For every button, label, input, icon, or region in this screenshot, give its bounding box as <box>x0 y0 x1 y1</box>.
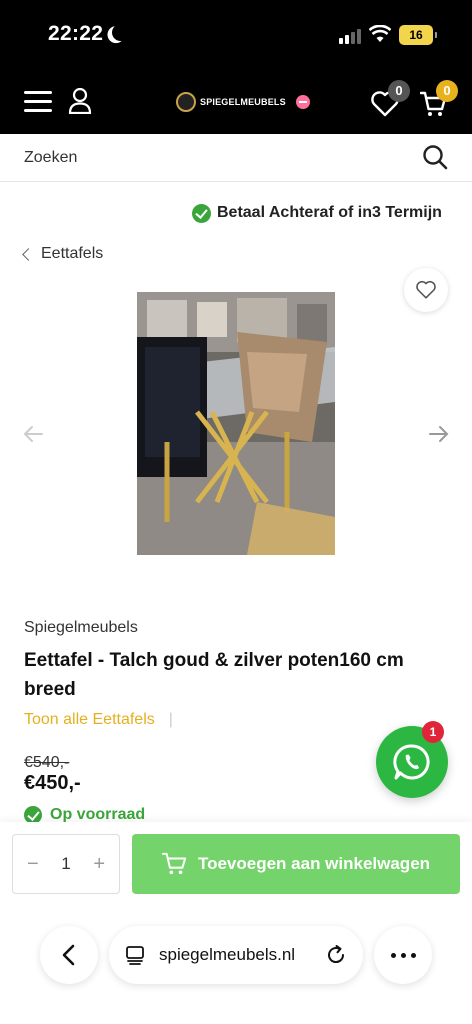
browser-toolbar: spiegelmeubels.nl <box>0 904 472 1024</box>
whatsapp-badge: 1 <box>422 721 444 743</box>
breadcrumb[interactable]: Eettafels <box>22 245 104 263</box>
cart-icon <box>161 852 187 875</box>
url-bar[interactable]: spiegelmeubels.nl <box>109 926 363 984</box>
breadcrumb-label: Eettafels <box>41 245 104 262</box>
separator: | <box>168 711 173 728</box>
decrease-quantity-button[interactable]: − <box>27 853 39 876</box>
arrow-left-icon[interactable] <box>22 424 44 444</box>
battery-indicator: 16 <box>399 25 437 45</box>
account-icon[interactable] <box>68 88 92 114</box>
chevron-left-icon <box>22 247 35 261</box>
reload-icon[interactable] <box>325 944 347 966</box>
cart-count-badge: 0 <box>436 80 458 102</box>
more-dot-icon <box>410 952 416 958</box>
quantity-stepper[interactable]: − 1 + <box>12 834 120 894</box>
product-brand[interactable]: Spiegelmeubels <box>24 619 138 637</box>
category-link-row: Toon alle Eettafels | <box>24 711 173 729</box>
search-icon[interactable] <box>422 144 448 170</box>
product-photo <box>137 292 335 555</box>
wishlist-button[interactable]: 0 <box>370 80 410 120</box>
add-to-cart-bar: − 1 + Toevoegen aan winkelwagen <box>0 822 472 904</box>
old-price: €540,- <box>24 754 70 771</box>
add-to-cart-button[interactable]: Toevoegen aan winkelwagen <box>132 834 460 894</box>
page-settings-icon[interactable] <box>125 945 145 965</box>
add-to-cart-label: Toevoegen aan winkelwagen <box>197 854 431 873</box>
chevron-left-icon <box>62 944 75 966</box>
whatsapp-icon <box>393 744 430 780</box>
logo-mark-icon <box>176 92 196 112</box>
more-dot-icon <box>390 952 396 958</box>
quantity-value[interactable]: 1 <box>61 854 70 874</box>
status-time: 22:22 <box>48 22 104 45</box>
arrow-right-icon[interactable] <box>428 424 450 444</box>
heart-outline-icon <box>416 280 436 299</box>
url-text: spiegelmeubels.nl <box>159 945 296 964</box>
product-title: Eettafel - Talch goud & zilver poten160 … <box>24 650 404 700</box>
check-circle-icon <box>192 203 211 223</box>
site-header: SPIEGELMEUBELS 0 0 <box>0 62 472 134</box>
search-input[interactable] <box>24 146 404 170</box>
logo-text: SPIEGELMEUBELS <box>200 97 286 107</box>
browser-back-button[interactable] <box>40 926 98 984</box>
more-dot-icon <box>400 952 406 958</box>
search-bar <box>0 134 472 182</box>
more-options-button[interactable] <box>374 926 432 984</box>
category-link[interactable]: Toon alle Eettafels <box>24 711 155 729</box>
price: €450,- <box>24 772 81 794</box>
moon-icon <box>109 21 132 44</box>
cart-button[interactable]: 0 <box>420 80 464 120</box>
status-bar: 22:22 16 <box>0 0 472 62</box>
signal-icon <box>339 28 363 44</box>
add-to-wishlist-button[interactable] <box>404 268 448 312</box>
increase-quantity-button[interactable]: + <box>93 853 105 876</box>
menu-icon[interactable] <box>24 91 52 113</box>
product-image[interactable] <box>137 292 335 555</box>
logo-badge-icon <box>295 95 310 109</box>
site-logo[interactable]: SPIEGELMEUBELS <box>176 90 310 114</box>
wishlist-count-badge: 0 <box>388 80 410 102</box>
promo-text: Betaal Achteraf of in3 Termijn <box>217 204 442 221</box>
payment-promo: Betaal Achteraf of in3 Termijn <box>192 200 472 226</box>
wifi-icon <box>369 25 391 42</box>
